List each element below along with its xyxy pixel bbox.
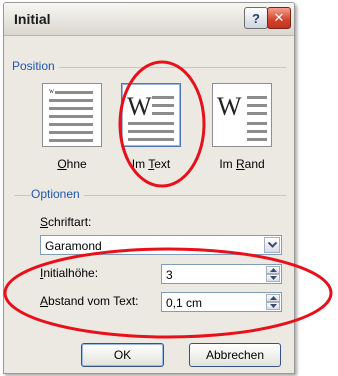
chevron-down-icon: [269, 276, 277, 280]
font-combobox[interactable]: Garamond: [40, 235, 282, 255]
text-line: [152, 112, 174, 115]
small-w-glyph: w: [49, 87, 55, 95]
chevron-up-icon: [269, 268, 277, 272]
chevron-up-icon: [269, 296, 277, 300]
initial-dialog: Initial ? ✕ Position w Ohne W Im Text W …: [3, 2, 295, 374]
cancel-button[interactable]: Abbrechen: [189, 343, 281, 367]
position-option-im-rand[interactable]: W: [212, 83, 272, 147]
text-line: [55, 91, 93, 94]
title-bar[interactable]: Initial ? ✕: [4, 3, 294, 36]
margin-w-glyph: W: [217, 92, 242, 121]
distance-spinner[interactable]: 0,1 cm: [161, 292, 282, 312]
chevron-down-icon: [267, 242, 277, 248]
text-line: [247, 122, 267, 125]
spin-down-button[interactable]: [266, 274, 280, 282]
drop-cap-w-glyph: W: [127, 92, 152, 121]
text-line: [247, 112, 267, 115]
font-dropdown-button[interactable]: [264, 237, 280, 253]
initial-height-spinner[interactable]: 3: [161, 264, 282, 284]
text-line: [247, 96, 267, 99]
text-line: [128, 130, 174, 133]
position-group-label: Position: [12, 59, 59, 73]
text-line: [49, 123, 93, 126]
spin-up-button[interactable]: [266, 266, 280, 274]
option-label-im-text[interactable]: Im Text: [116, 157, 186, 171]
text-line: [49, 139, 93, 142]
text-line: [247, 138, 267, 141]
help-icon: ?: [252, 10, 260, 26]
option-label-ohne[interactable]: Ohne: [37, 157, 107, 171]
initial-height-label: Initialhöhe:: [40, 266, 99, 280]
distance-label: Abstand vom Text:: [40, 294, 139, 308]
option-label-im-rand[interactable]: Im Rand: [207, 157, 277, 171]
spin-down-button[interactable]: [266, 302, 280, 310]
ok-button[interactable]: OK: [81, 343, 164, 367]
font-value: Garamond: [45, 239, 102, 253]
position-option-im-text[interactable]: W: [121, 83, 181, 147]
initial-height-value: 3: [166, 268, 173, 282]
text-line: [247, 130, 267, 133]
dialog-title: Initial: [14, 11, 51, 27]
text-line: [128, 122, 174, 125]
text-line: [49, 115, 93, 118]
text-line: [49, 99, 93, 102]
text-line: [49, 131, 93, 134]
chevron-down-icon: [269, 304, 277, 308]
position-option-ohne[interactable]: w: [42, 83, 102, 147]
text-line: [152, 96, 174, 99]
text-line: [247, 104, 267, 107]
font-label: Schriftart:: [40, 215, 92, 229]
text-line: [49, 107, 93, 110]
help-button[interactable]: ?: [244, 7, 268, 29]
close-button[interactable]: ✕: [267, 7, 291, 29]
close-icon: ✕: [273, 10, 285, 25]
text-line: [128, 138, 174, 141]
distance-value: 0,1 cm: [166, 296, 203, 310]
spin-up-button[interactable]: [266, 294, 280, 302]
options-group-label: Optionen: [31, 187, 84, 201]
text-line: [152, 104, 174, 107]
